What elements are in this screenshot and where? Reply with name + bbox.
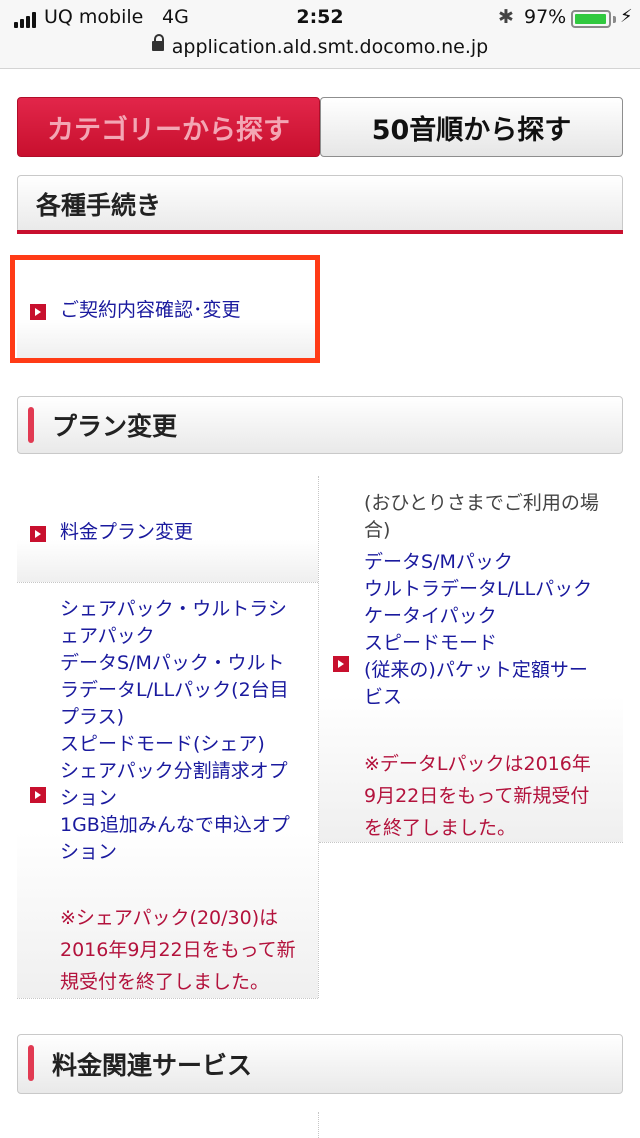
link-line: ビス [364,686,403,708]
search-tabs: カテゴリーから探す 50音順から探す [17,97,623,157]
link-line: ェアパック [60,625,155,647]
link-line: スピードモード(シェア) [60,733,265,755]
bluetooth-icon: ✱ [498,6,514,28]
link-line: データS/Mパック・ウルト [60,652,285,674]
link-line: ケータイパック [364,605,497,627]
section-header-procedures[interactable]: 各種手続き [17,175,623,233]
link-line: データS/Mパック [364,551,513,573]
link-line: ション [60,841,118,863]
link-line: シェアパック分割請求オプ [60,760,288,782]
row-divider [319,842,623,843]
text-line: (おひとりさまでご利用の場 [364,492,599,514]
url-text: application.ald.smt.docomo.ne.jp [171,36,489,58]
address-bar[interactable]: application.ald.smt.docomo.ne.jp [0,33,640,58]
accent-bar [28,1045,34,1081]
share-pack-link[interactable]: シェアパック・ウルトラシ ェアパック データS/Mパック・ウルト ラデータL/L… [60,596,322,866]
column-divider [318,1112,319,1138]
battery-cap [613,16,616,23]
note-line: を終了しました。 [364,817,517,839]
section-divider [17,230,623,234]
section-title: 各種手続き [36,191,162,220]
single-user-intro: (おひとりさまでご利用の場 合) [364,490,626,544]
battery-icon [571,10,611,28]
arrow-right-icon [333,656,349,672]
note-line: ※シェアパック(20/30)は [60,907,279,929]
link-line: 1GB追加みんなで申込オプ [60,814,290,836]
arrow-right-icon [30,787,46,803]
link-line: ラデータL/LLパック(2台目 [60,679,289,701]
note-line: 2016年9月22日をもって新 [60,939,296,961]
link-line: ウルトラデータL/LLパック [364,578,593,600]
section-title: 料金関連サービス [52,1051,253,1080]
link-line: プラス) [60,706,125,728]
link-line: (従来の)パケット定額サー [364,659,588,681]
note-line: 9月22日をもって新規受付 [364,785,590,807]
note-line: 規受付を終了しました。 [60,971,270,993]
link-line: ション [60,787,118,809]
link-line: シェアパック・ウルトラシ [60,598,287,620]
single-user-note: ※データLパックは2016年 9月22日をもって新規受付 を終了しました。 [364,748,626,844]
link-line: スピードモード [364,632,498,654]
tab-category[interactable]: カテゴリーから探す [17,97,320,157]
highlight-box [10,255,320,363]
note-line: ※データLパックは2016年 [364,753,591,775]
section-title: プラン変更 [52,412,178,441]
share-pack-note: ※シェアパック(20/30)は 2016年9月22日をもって新 規受付を終了しま… [60,902,322,998]
tab-syllabary[interactable]: 50音順から探す [320,97,623,157]
row-divider [17,998,318,999]
charging-icon: ⚡ [620,6,633,27]
section-header-fee-services[interactable]: 料金関連サービス [17,1034,623,1094]
text-line: 合) [364,519,391,541]
lock-icon [151,33,164,51]
fee-plan-change-link[interactable]: 料金プラン変更 [60,519,193,546]
single-user-link[interactable]: データS/Mパック ウルトラデータL/LLパック ケータイパック スピードモード… [364,549,626,711]
section-header-plan-change[interactable]: プラン変更 [17,396,623,454]
battery-percent: 97% [524,6,567,28]
accent-bar [28,407,34,443]
arrow-right-icon [30,526,46,542]
status-bar: UQ mobile 4G 2:52 ✱ 97% ⚡ application.al… [0,0,640,69]
